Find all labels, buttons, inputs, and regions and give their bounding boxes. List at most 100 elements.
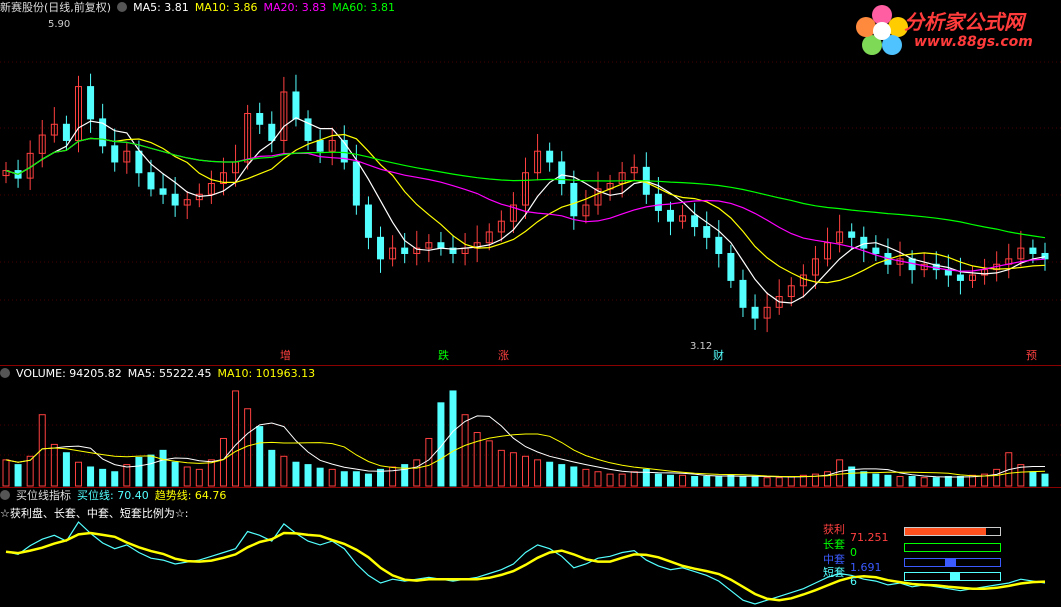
long-bar (904, 543, 1001, 552)
volume-bar (908, 475, 916, 487)
volume-bar (147, 454, 155, 487)
volume-bar (884, 474, 892, 487)
volume-bar (280, 455, 288, 487)
volume-bar (292, 461, 300, 487)
volume-bar (558, 464, 566, 487)
candle-body (546, 150, 554, 163)
volume-bar (630, 471, 638, 487)
volume-bar (328, 468, 336, 487)
candle-body (666, 209, 674, 222)
volume-bar (860, 471, 868, 487)
volume-bar (461, 414, 469, 487)
volume-bar (183, 466, 191, 487)
volume-bar (546, 461, 554, 487)
volume-bar (352, 471, 360, 487)
volume-bar (944, 475, 952, 487)
volume-bar (377, 468, 385, 487)
trend-line-value: 趋势线: 64.76 (154, 489, 227, 502)
volume-bar (74, 461, 82, 487)
volume-bar (135, 456, 143, 487)
volume-bar (956, 475, 964, 487)
candle-body (570, 183, 578, 217)
volume-bar (920, 477, 928, 487)
volume-bar (99, 468, 107, 487)
volume-bar (87, 466, 95, 487)
volume-bar (2, 459, 10, 487)
candle-body (691, 215, 699, 228)
volume-bar (836, 459, 844, 487)
candle-body (872, 247, 880, 254)
candle-body (1041, 252, 1049, 260)
candle-body (377, 236, 385, 260)
indicator-note: ☆获利盘、长套、中套、短套比例为☆: (0, 507, 189, 520)
candle-body (727, 252, 735, 281)
volume-bar (932, 477, 940, 487)
candle-body (87, 86, 95, 120)
buy-line-value: 买位线: 70.40 (77, 489, 149, 502)
candle-body (956, 274, 964, 281)
volume-bar (364, 473, 372, 487)
profit-bar (904, 527, 1001, 536)
volume-bar (316, 467, 324, 487)
volume-bar (654, 473, 662, 487)
candle-body (171, 193, 179, 206)
candle-body (316, 139, 324, 152)
volume-value: VOLUME: 94205.82 (16, 367, 122, 380)
volume-bar (171, 461, 179, 487)
volume-bar (1041, 473, 1049, 487)
indicator-settings-icon[interactable] (0, 490, 10, 500)
high-price-label: 5.90 (48, 19, 71, 30)
volume-bar (219, 437, 227, 487)
buy-line (5, 521, 1046, 605)
volume-bar (993, 468, 1001, 487)
marker-die: 跌 (438, 349, 449, 362)
volume-bar (389, 466, 397, 487)
trend-line (5, 531, 1046, 602)
candle-body (352, 161, 360, 206)
volume-bar (896, 475, 904, 487)
legend-profit-label: 获利 (823, 523, 845, 536)
candle-body (62, 123, 70, 141)
candle-body (256, 113, 264, 125)
candle-body (437, 242, 445, 249)
marker-zeng: 增 (280, 349, 291, 362)
legend-short-value: 6 (850, 575, 857, 588)
volume-bar (751, 475, 759, 487)
candle-body (401, 247, 409, 254)
volume-bar (497, 449, 505, 487)
volume-bar (606, 473, 614, 487)
legend-mid-label: 中套 (823, 553, 845, 566)
volume-ma5: MA5: 55222.45 (127, 367, 212, 380)
low-price-label: 3.12 (690, 341, 713, 352)
candle-body (715, 236, 723, 254)
candle-body (364, 204, 372, 238)
volume-bar (449, 390, 457, 487)
volume-bar (727, 474, 735, 487)
candle-body (292, 91, 300, 120)
mid-bar (904, 558, 1001, 567)
volume-bar (425, 437, 433, 487)
volume-bar (232, 390, 240, 487)
candle-body (739, 279, 747, 308)
candle-body (111, 145, 119, 163)
candle-body (751, 306, 759, 319)
volume-bar (787, 475, 795, 487)
volume-bar (666, 474, 674, 487)
volume-bar (340, 471, 348, 487)
legend-mid-value: 1.691 (850, 561, 882, 574)
legend-long-label: 长套 (823, 538, 845, 551)
volume-bar (268, 449, 276, 487)
volume-bar (195, 468, 203, 487)
volume-bar (570, 466, 578, 487)
legend-short-label: 短套 (823, 566, 845, 579)
volume-bar (50, 443, 58, 487)
volume-bar (534, 459, 542, 487)
volume-settings-icon[interactable] (0, 368, 10, 378)
candle-body (1029, 247, 1037, 254)
marker-yu: 预 (1026, 349, 1037, 362)
candle-body (268, 123, 276, 141)
volume-header: VOLUME: 94205.82 MA5: 55222.45 MA10: 10196… (0, 367, 321, 381)
volume-bar (509, 452, 517, 487)
candle-body (135, 150, 143, 174)
volume-bar (111, 471, 119, 487)
